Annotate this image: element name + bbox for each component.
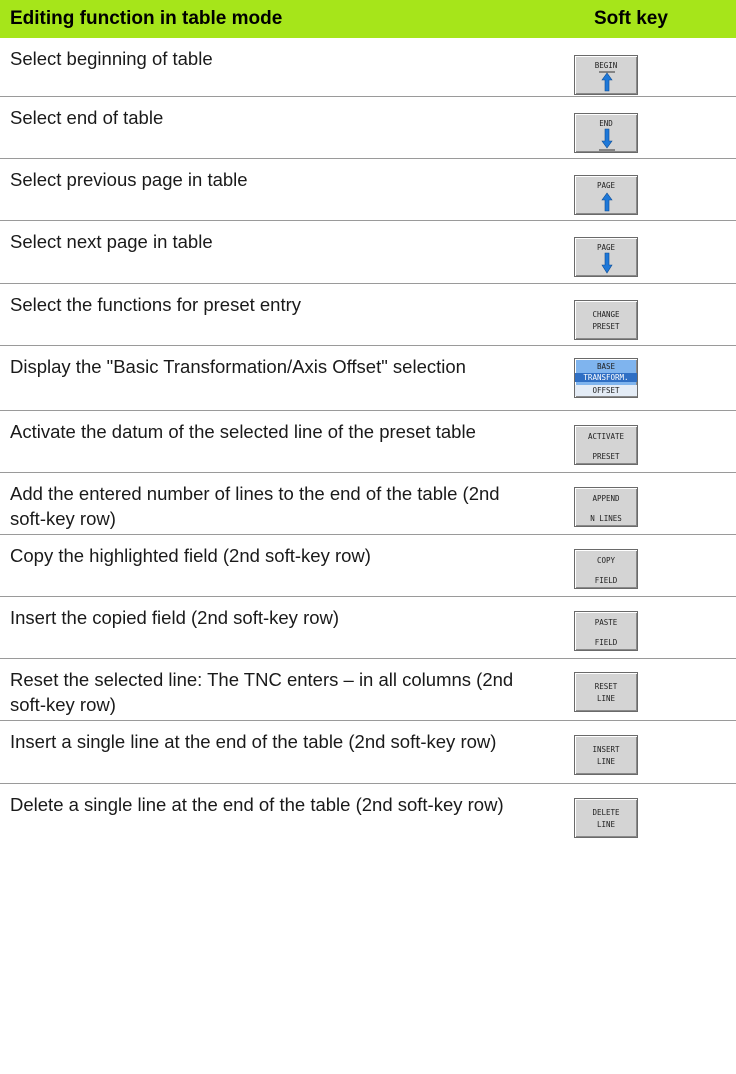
softkey-label: RESET: [594, 682, 618, 691]
insert-line-softkey[interactable]: INSERT LINE: [574, 735, 638, 775]
begin-softkey[interactable]: BEGIN: [574, 55, 638, 95]
row-description: Insert the copied field (2nd soft-key ro…: [10, 607, 340, 628]
row-description: Select beginning of table: [10, 48, 213, 69]
softkey-label: COPY: [596, 556, 616, 565]
arrow-down-icon: [601, 252, 613, 274]
table-row: Select end of table END: [0, 97, 736, 159]
row-description: Select previous page in table: [10, 169, 248, 190]
softkey-label: FIELD: [594, 576, 618, 585]
delete-line-softkey[interactable]: DELETE LINE: [574, 798, 638, 838]
row-description: Display the "Basic Transformation/Axis O…: [10, 356, 466, 377]
table-row: Copy the highlighted field (2nd soft-key…: [0, 535, 736, 597]
arrow-up-with-bar-icon: [599, 71, 615, 92]
table-row: Select previous page in table PAGE: [0, 159, 736, 221]
base-transform-offset-softkey[interactable]: BASE TRANSFORM. OFFSET: [574, 358, 638, 398]
row-description: Add the entered number of lines to the e…: [10, 483, 500, 529]
softkey-label: OFFSET: [575, 385, 637, 396]
table-row: Activate the datum of the selected line …: [0, 411, 736, 473]
softkey-label: PASTE: [594, 618, 618, 627]
softkey-label: LINE: [596, 757, 616, 766]
append-n-lines-softkey[interactable]: APPEND N LINES: [574, 487, 638, 527]
softkey-label: N LINES: [590, 514, 622, 523]
table-row: Select the functions for preset entry CH…: [0, 284, 736, 346]
softkey-label: LINE: [596, 820, 616, 829]
row-description: Select the functions for preset entry: [10, 294, 302, 315]
header-function-column: Editing function in table mode: [10, 8, 283, 29]
table-row: Select next page in table PAGE: [0, 221, 736, 284]
paste-field-softkey[interactable]: PASTE FIELD: [574, 611, 638, 651]
table-row: Add the entered number of lines to the e…: [0, 473, 736, 535]
page-down-softkey[interactable]: PAGE: [574, 237, 638, 277]
table-row: Reset the selected line: The TNC enters …: [0, 659, 736, 721]
row-description: Select end of table: [10, 107, 164, 128]
softkey-label: APPEND: [592, 494, 620, 503]
table-row: Insert a single line at the end of the t…: [0, 721, 736, 784]
softkey-label: DELETE: [592, 808, 620, 817]
copy-field-softkey[interactable]: COPY FIELD: [574, 549, 638, 589]
end-softkey[interactable]: END: [574, 113, 638, 153]
change-preset-softkey[interactable]: CHANGE PRESET: [574, 300, 638, 340]
table-header: Editing function in table mode Soft key: [0, 0, 736, 38]
softkey-label: CHANGE: [592, 310, 620, 319]
arrow-down-with-bar-icon: [599, 128, 615, 151]
row-description: Activate the datum of the selected line …: [10, 421, 476, 442]
activate-preset-softkey[interactable]: ACTIVATE PRESET: [574, 425, 638, 465]
softkey-label: PRESET: [592, 322, 620, 331]
arrow-up-icon: [601, 192, 613, 212]
softkey-label: TRANSFORM.: [575, 373, 637, 382]
table-row: Select beginning of table BEGIN: [0, 38, 736, 97]
softkey-label: BASE: [596, 362, 616, 371]
row-description: Select next page in table: [10, 231, 213, 252]
table-row: Insert the copied field (2nd soft-key ro…: [0, 597, 736, 659]
softkey-label: INSERT: [592, 745, 620, 754]
reset-line-softkey[interactable]: RESET LINE: [574, 672, 638, 712]
row-description: Delete a single line at the end of the t…: [10, 794, 504, 815]
table-row: Display the "Basic Transformation/Axis O…: [0, 346, 736, 411]
row-description: Copy the highlighted field (2nd soft-key…: [10, 545, 371, 566]
header-softkey-column: Soft key: [594, 8, 668, 29]
softkey-label: PRESET: [592, 452, 620, 461]
softkey-table: Editing function in table mode Soft key …: [0, 0, 736, 846]
softkey-label: ACTIVATE: [587, 432, 625, 441]
row-description: Insert a single line at the end of the t…: [10, 731, 497, 752]
row-description: Reset the selected line: The TNC enters …: [10, 669, 514, 715]
softkey-label: LINE: [596, 694, 616, 703]
table-row: Delete a single line at the end of the t…: [0, 784, 736, 846]
softkey-label: FIELD: [594, 638, 618, 647]
page-up-softkey[interactable]: PAGE: [574, 175, 638, 215]
